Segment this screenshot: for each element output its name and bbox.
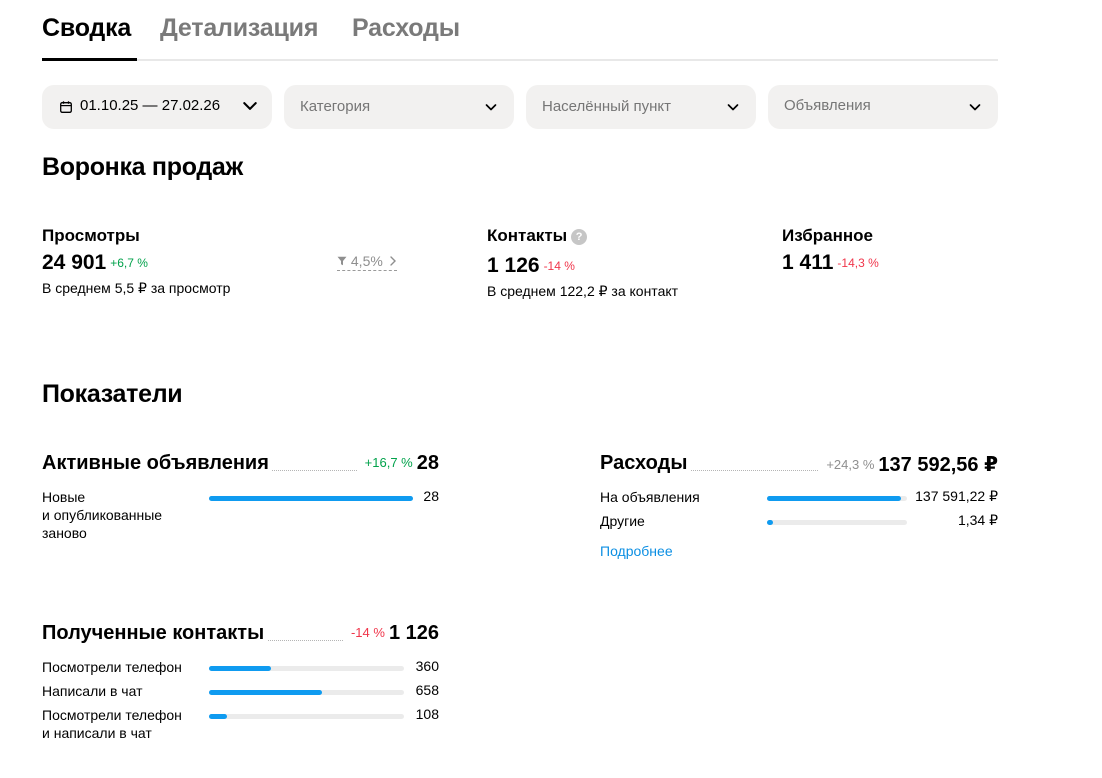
chevron-down-icon: [969, 104, 981, 111]
contacts-number: 1 126: [487, 254, 540, 277]
contacts-chat-label: Написали в чат: [42, 683, 143, 699]
bar-fill: [209, 496, 413, 501]
details-link[interactable]: Подробнее: [600, 543, 673, 559]
expenses-other-bar: [767, 520, 907, 525]
funnel-title: Воронка продаж: [42, 153, 243, 181]
date-range-value: 01.10.25 — 27.02.26: [80, 97, 221, 114]
active-ads-change: +16,7 %: [364, 455, 413, 470]
bar-fill: [767, 520, 773, 525]
received-contacts-header: Полученные контакты -14 % 1 126: [42, 622, 439, 648]
bar-fill: [767, 496, 902, 501]
expenses-change: +24,3 %: [826, 457, 875, 472]
contacts-phone-value: 360: [415, 658, 439, 674]
views-change: +6,7 %: [110, 256, 148, 270]
active-ads-value: 28: [416, 452, 439, 474]
active-ads-header: Активные объявления +16,7 % 28: [42, 452, 439, 478]
ads-select[interactable]: Объявления: [768, 85, 998, 129]
favorites-label: Избранное: [782, 226, 873, 245]
expenses-value: 137 592,56 ₽: [878, 454, 998, 476]
conversion-value: 4,5%: [350, 253, 383, 269]
tab-bar: Сводка Детализация Расходы: [42, 14, 998, 61]
contacts-phone-label: Посмотрели телефон: [42, 659, 182, 675]
funnel-icon: [337, 256, 347, 266]
contacts-value: 1 126 -14 %: [487, 254, 575, 278]
expenses-row-ads-label: На объявления: [600, 489, 700, 505]
expenses-total: +24,3 % 137 592,56 ₽: [819, 452, 998, 477]
views-label: Просмотры: [42, 226, 140, 245]
city-select[interactable]: Населённый пункт: [526, 85, 756, 129]
views-number: 24 901: [42, 251, 107, 274]
received-contacts-total: -14 % 1 126: [343, 622, 439, 645]
city-placeholder: Населённый пункт: [542, 98, 672, 115]
contacts-label: Контакты?: [487, 226, 588, 246]
expenses-label: Расходы: [600, 452, 691, 475]
tab-details[interactable]: Детализация: [160, 14, 318, 43]
conversion-link[interactable]: 4,5%: [337, 253, 397, 271]
contacts-sub: В среднем 122,2 ₽ за контакт: [487, 283, 679, 299]
bar-fill: [209, 714, 227, 719]
expenses-header: Расходы +24,3 % 137 592,56 ₽: [600, 452, 998, 478]
contacts-both-label: Посмотрели телефон и написали в чат: [42, 707, 182, 741]
chevron-right-icon: [390, 256, 396, 266]
active-ads-row-value: 28: [423, 488, 439, 504]
expenses-ads-bar: [767, 496, 907, 501]
contacts-label-text: Контакты: [487, 226, 568, 245]
contacts-chat-value: 658: [415, 682, 439, 698]
active-ads-label: Активные объявления: [42, 452, 272, 475]
active-ads-row-label: Новые и опубликованные заново: [42, 489, 163, 541]
favorites-change: -14,3 %: [837, 256, 879, 270]
chevron-down-icon: [243, 102, 257, 110]
chevron-down-icon: [727, 104, 739, 111]
contacts-both-bar: [209, 714, 404, 719]
contacts-chat-bar: [209, 690, 404, 695]
help-icon[interactable]: ?: [571, 229, 588, 245]
calendar-icon: [60, 101, 72, 113]
expenses-row-ads-value: 137 591,22 ₽: [915, 488, 998, 504]
chevron-down-icon: [485, 104, 497, 111]
received-contacts-value: 1 126: [388, 622, 439, 644]
contacts-change: -14 %: [543, 259, 575, 273]
tab-active-indicator: [42, 58, 137, 61]
favorites-value: 1 411 -14,3 %: [782, 251, 879, 275]
expenses-row-other-value: 1,34 ₽: [957, 512, 998, 528]
category-placeholder: Категория: [300, 98, 371, 115]
active-ads-bar: [209, 496, 413, 501]
tab-summary[interactable]: Сводка: [42, 14, 131, 43]
contacts-phone-bar: [209, 666, 404, 671]
date-range-filter[interactable]: 01.10.25 — 27.02.26: [42, 85, 272, 129]
received-contacts-label: Полученные контакты: [42, 622, 268, 645]
tab-expenses[interactable]: Расходы: [352, 14, 460, 43]
category-select[interactable]: Категория: [284, 85, 514, 129]
active-ads-total: +16,7 % 28: [357, 452, 439, 475]
indicators-title: Показатели: [42, 380, 183, 408]
favorites-number: 1 411: [782, 251, 834, 274]
contacts-both-value: 108: [415, 706, 439, 722]
bar-fill: [209, 666, 272, 671]
views-value: 24 901 +6,7 %: [42, 251, 148, 275]
ads-placeholder: Объявления: [784, 97, 871, 114]
expenses-row-other-label: Другие: [600, 513, 645, 529]
bar-fill: [209, 690, 323, 695]
views-sub: В среднем 5,5 ₽ за просмотр: [42, 280, 231, 296]
received-contacts-change: -14 %: [350, 625, 385, 640]
